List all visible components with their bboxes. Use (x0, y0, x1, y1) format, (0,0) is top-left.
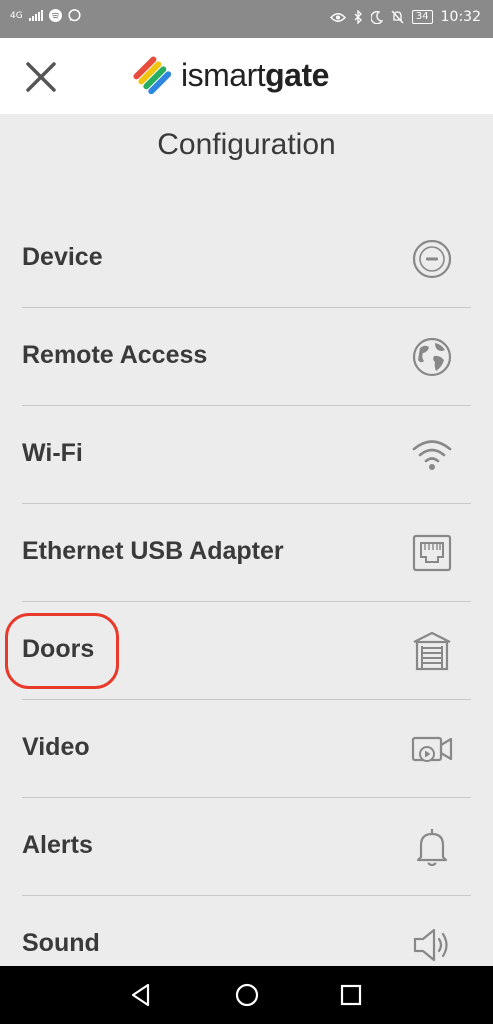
close-icon (26, 62, 56, 92)
menu-item-label: Ethernet USB Adapter (22, 537, 284, 565)
speaker-icon (413, 928, 448, 962)
menu-item-label: Wi-Fi (22, 439, 83, 467)
logo-mark-icon (133, 56, 171, 94)
menu-item-label: Alerts (22, 831, 93, 859)
video-camera-icon (411, 736, 453, 762)
menu-item-device[interactable]: Device (0, 210, 493, 308)
spotify-icon (48, 9, 62, 22)
menu-item-label: Device (22, 243, 103, 271)
battery-indicator: 34 (411, 10, 433, 24)
network-type: 4G (10, 10, 23, 21)
status-bar: 4G 34 10:32 (0, 0, 493, 38)
bell-icon (416, 829, 448, 867)
bluetooth-icon (354, 10, 362, 24)
page-title: Configuration (157, 128, 336, 161)
menu-item-label: Remote Access (22, 341, 208, 369)
configuration-menu: Device Remote Access Wi-Fi Ethernet USB … (0, 210, 493, 994)
doors-highlight-annotation (5, 613, 119, 689)
garage-door-icon (413, 631, 451, 671)
menu-item-alerts[interactable]: Alerts (0, 798, 493, 896)
close-button[interactable] (22, 58, 60, 96)
recents-icon[interactable] (336, 980, 366, 1010)
mute-bell-icon (391, 10, 404, 24)
home-icon[interactable] (232, 980, 262, 1010)
back-icon[interactable] (126, 980, 156, 1010)
globe-icon (412, 337, 452, 377)
status-time: 10:32 (440, 9, 481, 25)
menu-item-wifi[interactable]: Wi-Fi (0, 406, 493, 504)
whatsapp-icon (68, 9, 81, 22)
logo-text-bold: gate (265, 56, 329, 93)
navigation-bar (0, 966, 493, 1024)
ethernet-icon (412, 534, 452, 572)
menu-item-video[interactable]: Video (0, 700, 493, 798)
status-left: 4G (10, 9, 81, 22)
menu-item-remote-access[interactable]: Remote Access (0, 308, 493, 406)
status-right: 34 10:32 (329, 9, 481, 25)
brand-logo: ismartgate (133, 56, 329, 94)
menu-item-label: Sound (22, 929, 100, 957)
wifi-icon (412, 440, 452, 470)
app-bar: ismartgate (0, 38, 493, 114)
device-icon (412, 239, 452, 279)
menu-item-ethernet-usb-adapter[interactable]: Ethernet USB Adapter (0, 504, 493, 602)
logo-text: ismartgate (181, 57, 329, 94)
logo-text-light: ismart (181, 56, 266, 93)
signal-icon (28, 10, 43, 21)
moon-icon (370, 10, 383, 24)
menu-item-label: Video (22, 733, 90, 761)
eye-icon (329, 12, 346, 22)
